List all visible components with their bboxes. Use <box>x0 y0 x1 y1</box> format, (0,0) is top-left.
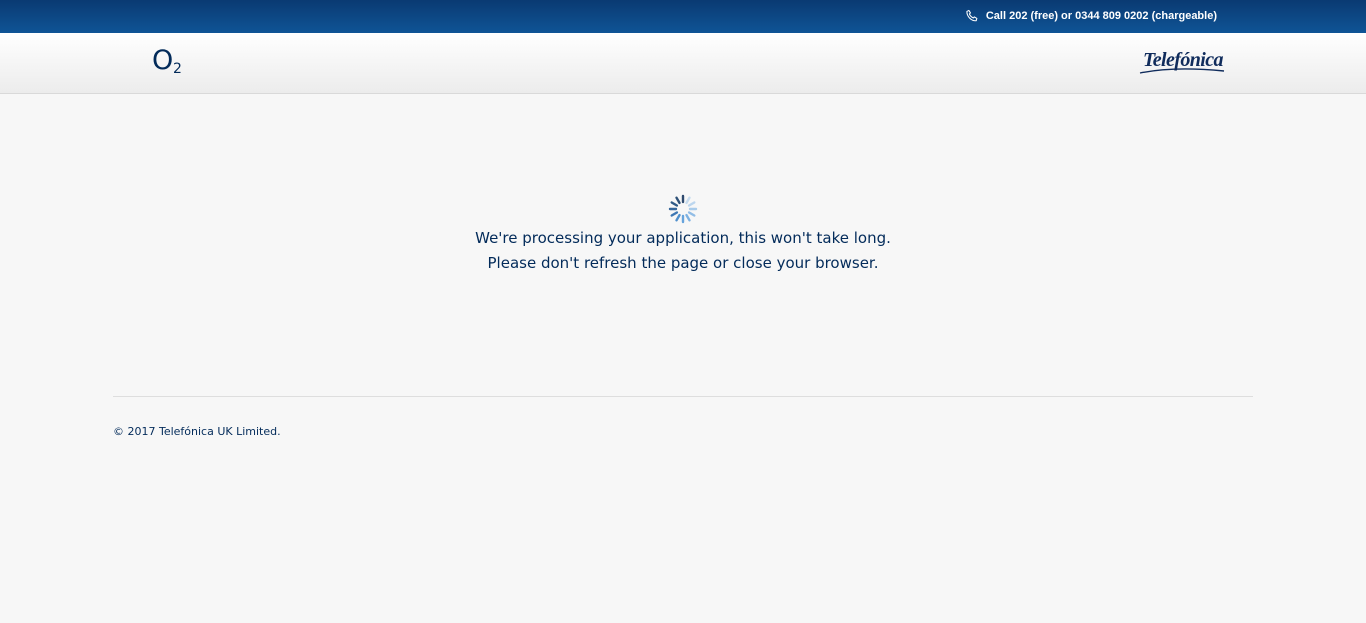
main-content: We're processing your application, this … <box>0 94 1366 396</box>
loading-spinner-icon <box>668 194 698 224</box>
o2-logo-letter: O <box>152 45 174 76</box>
footer-copyright: © 2017 Telefónica UK Limited. <box>113 425 281 438</box>
o2-logo[interactable]: O 2 <box>152 45 192 81</box>
telefonica-swoosh-icon <box>1139 68 1225 74</box>
call-info[interactable]: Call 202 (free) or 0344 809 0202 (charge… <box>965 9 1217 23</box>
o2-logo-subscript: 2 <box>173 61 182 77</box>
do-not-refresh-message: Please don't refresh the page or close y… <box>487 254 879 272</box>
processing-message: We're processing your application, this … <box>475 229 891 247</box>
phone-icon <box>965 9 979 23</box>
call-text: Call 202 (free) or 0344 809 0202 (charge… <box>985 10 1217 22</box>
header: O 2 Telefónica <box>0 33 1366 94</box>
footer-divider <box>113 396 1253 397</box>
top-bar: Call 202 (free) or 0344 809 0202 (charge… <box>0 0 1366 33</box>
telefonica-logo[interactable]: Telefónica <box>1139 49 1225 77</box>
